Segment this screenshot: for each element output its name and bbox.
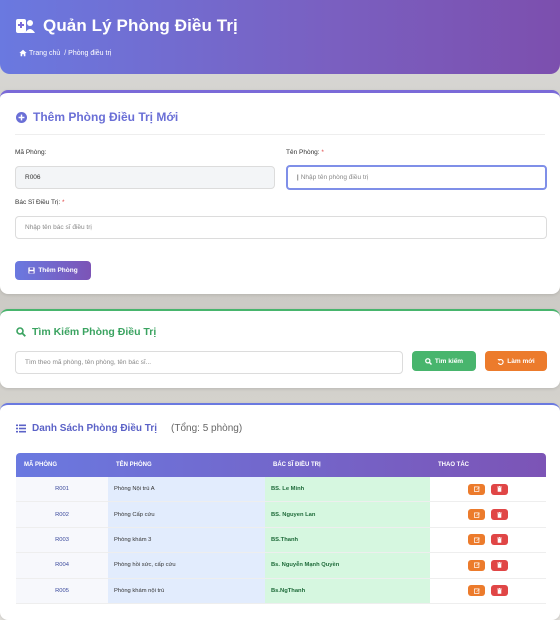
add-room-button-label: Thêm Phòng <box>38 267 78 274</box>
edit-icon <box>473 562 480 569</box>
add-room-card: Thêm Phòng Điều Trị Mới Mã Phòng: R006 T… <box>0 90 560 294</box>
required-mark: * <box>61 199 65 206</box>
trash-icon <box>497 562 502 569</box>
table-row: R001 Phòng Nội trú A BS. Le Minh <box>16 477 546 503</box>
search-input[interactable]: Tìm theo mã phòng, tên phòng, tên bác sĩ… <box>15 351 403 374</box>
edit-button[interactable] <box>468 483 485 495</box>
breadcrumb-home-label: Trang chủ <box>29 49 61 57</box>
edit-icon <box>473 537 480 543</box>
actions-cell <box>430 477 546 502</box>
room-code-label: Mã Phòng: <box>15 149 47 156</box>
room-name-cell: Phòng Cấp cứu <box>108 502 265 527</box>
room-name-placeholder: Nhập tên phòng điều trị <box>300 174 369 181</box>
table-row: R002 Phòng Cấp cứu BS. Nguyen Lan <box>16 502 546 528</box>
edit-button[interactable] <box>468 509 485 521</box>
room-code-cell: R002 <box>16 502 108 527</box>
room-name-input[interactable]: | Nhập tên phòng điều trị <box>286 165 547 190</box>
delete-button[interactable] <box>491 585 508 597</box>
table-row: R004 Phòng hồi sức, cấp cứu Bs. Nguyễn M… <box>16 553 546 579</box>
room-code-field[interactable]: R006 <box>15 166 275 189</box>
room-name-cell: Phòng khám 3 <box>108 527 265 553</box>
doctor-input[interactable]: Nhập tên bác sĩ điều trị <box>15 216 547 239</box>
actions-cell <box>430 502 546 527</box>
room-table: MÃ PHÒNG TÊN PHÒNG BÁC SĨ ĐIỀU TRỊ THAO … <box>16 453 546 604</box>
doctor-label: Bác Sĩ Điều Trị: * <box>15 199 65 206</box>
breadcrumb: Trang chủ / Phòng điều trị <box>19 49 111 57</box>
reset-button[interactable]: Làm mới <box>485 351 547 371</box>
delete-button[interactable] <box>491 534 508 546</box>
search-button[interactable]: Tìm kiếm <box>412 351 476 371</box>
edit-button[interactable] <box>468 534 485 546</box>
room-name-cell: Phòng Nội trú A <box>108 477 265 502</box>
undo-icon <box>497 358 504 365</box>
home-icon <box>19 49 27 57</box>
add-room-title: Thêm Phòng Điều Trị Mới <box>16 110 178 124</box>
table-row: R005 Phòng khám nội trú Bs.NgThanh <box>16 578 546 604</box>
edit-icon <box>473 512 480 518</box>
column-header-doctor: BÁC SĨ ĐIỀU TRỊ <box>273 462 321 468</box>
breadcrumb-current: / Phòng điều trị <box>64 49 112 57</box>
room-name-cell: Phòng khám nội trú <box>108 578 265 603</box>
search-title-text: Tìm Kiếm Phòng Điều Trị <box>32 326 157 338</box>
search-icon <box>16 327 26 337</box>
room-list-title: Danh Sách Phòng Điều Trị (Tổng: 5 phòng) <box>16 423 242 434</box>
room-name-label: Tên Phòng: * <box>286 149 324 156</box>
page-title: Quản Lý Phòng Điều Trị <box>43 16 238 35</box>
trash-icon <box>497 587 502 594</box>
room-name-label-text: Tên Phòng: <box>286 149 320 156</box>
column-header-actions: THAO TÁC <box>438 462 469 468</box>
search-button-label: Tìm kiếm <box>434 357 464 365</box>
edit-button[interactable] <box>468 559 485 571</box>
actions-cell <box>430 553 546 578</box>
table-header: MÃ PHÒNG TÊN PHÒNG BÁC SĨ ĐIỀU TRỊ THAO … <box>16 453 546 477</box>
trash-icon <box>497 536 502 543</box>
delete-button[interactable] <box>491 509 508 521</box>
table-row: R003 Phòng khám 3 BS.Thanh <box>16 527 546 554</box>
required-mark: * <box>321 149 324 156</box>
doctor-cell: BS. Nguyen Lan <box>265 502 430 527</box>
delete-button[interactable] <box>491 483 508 495</box>
text-caret: | <box>297 174 299 181</box>
doctor-cell: BS. Le Minh <box>265 477 430 502</box>
doctor-cell: Bs. Nguyễn Mạnh Quyền <box>265 553 430 578</box>
actions-cell <box>430 578 546 603</box>
room-code-cell: R004 <box>16 553 108 578</box>
column-header-name: TÊN PHÒNG <box>116 462 152 468</box>
save-icon <box>28 267 35 274</box>
edit-button[interactable] <box>468 585 485 597</box>
room-code-cell: R001 <box>16 477 108 502</box>
delete-button[interactable] <box>491 559 508 571</box>
section-divider <box>15 134 545 135</box>
room-name-cell: Phòng hồi sức, cấp cứu <box>108 553 265 578</box>
doctor-cell: Bs.NgThanh <box>265 578 430 603</box>
column-header-code: MÃ PHÒNG <box>24 462 57 468</box>
actions-cell <box>430 527 546 553</box>
add-room-button[interactable]: Thêm Phòng <box>15 261 91 280</box>
reset-button-label: Làm mới <box>507 357 535 365</box>
page-header: Quản Lý Phòng Điều Trị Trang chủ / Phòng… <box>0 0 560 74</box>
edit-icon <box>473 486 480 492</box>
search-card: Tìm Kiếm Phòng Điều Trị Tìm theo mã phòn… <box>0 309 560 388</box>
doctor-label-text: Bác Sĩ Điều Trị: <box>15 199 61 206</box>
list-icon <box>16 424 26 433</box>
add-room-title-text: Thêm Phòng Điều Trị Mới <box>33 110 179 124</box>
edit-icon <box>473 588 480 594</box>
trash-icon <box>497 486 502 492</box>
room-list-title-text: Danh Sách Phòng Điều Trị <box>32 423 158 434</box>
trash-icon <box>497 511 502 518</box>
search-title: Tìm Kiếm Phòng Điều Trị <box>16 326 156 338</box>
hospital-user-icon <box>16 19 35 33</box>
doctor-cell: BS.Thanh <box>265 527 430 553</box>
plus-circle-icon <box>16 111 27 123</box>
room-list-card: Danh Sách Phòng Điều Trị (Tổng: 5 phòng)… <box>0 403 560 620</box>
room-code-cell: R005 <box>16 578 108 603</box>
room-code-cell: R003 <box>16 527 108 553</box>
search-icon <box>424 357 432 365</box>
room-count: (Tổng: 5 phòng) <box>171 423 243 434</box>
breadcrumb-home[interactable]: Trang chủ <box>19 49 60 57</box>
